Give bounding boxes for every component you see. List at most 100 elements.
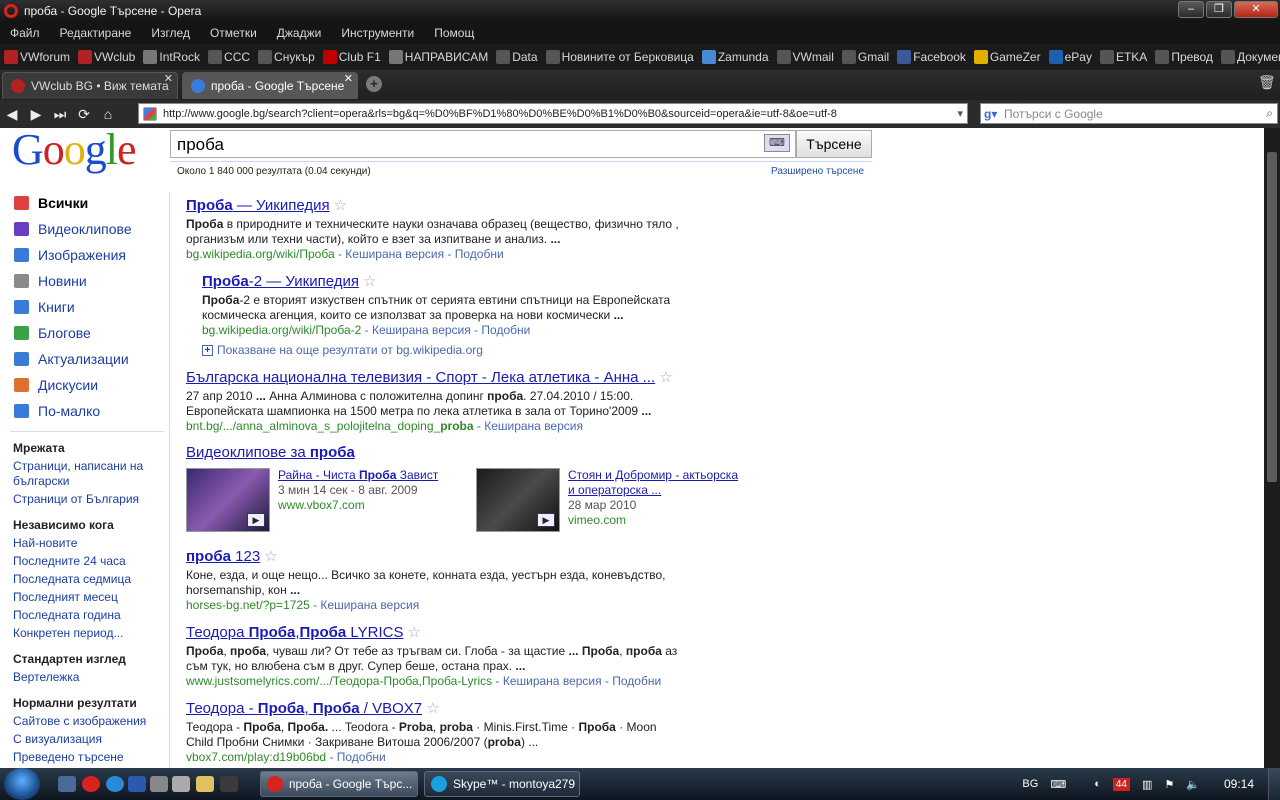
bookmark-12[interactable]: Facebook — [893, 50, 970, 64]
star-icon[interactable]: ☆ — [264, 547, 277, 565]
star-icon[interactable]: ☆ — [334, 196, 347, 214]
leftnav-fewer[interactable]: По-малко — [14, 400, 100, 422]
maximize-button[interactable]: ❐ — [1206, 1, 1232, 18]
new-tab-icon[interactable]: + — [366, 76, 382, 92]
video-thumbnail[interactable]: ▶ — [476, 468, 560, 532]
clock[interactable]: 09:14 — [1224, 777, 1254, 791]
bookmark-9[interactable]: Zamunda — [698, 50, 773, 64]
time-year[interactable]: Последната година — [13, 608, 121, 623]
result-title[interactable]: Проба — Уикипедия — [186, 197, 330, 214]
scrollbar-thumb[interactable] — [1267, 152, 1277, 482]
results-images-sites[interactable]: Сайтове с изображения — [13, 714, 146, 729]
bookmark-11[interactable]: Gmail — [838, 50, 893, 64]
cache-link[interactable]: - Кеширана версия — [310, 598, 419, 612]
app-icon[interactable] — [172, 776, 190, 792]
bookmark-15[interactable]: ETKA — [1096, 50, 1151, 64]
volume-icon[interactable]: 🔈 — [1186, 778, 1200, 791]
chevron-down-icon[interactable]: ▾ — [957, 107, 963, 120]
video-title[interactable]: Стоян и Добромир - актьорска и операторск… — [568, 468, 738, 498]
leftnav-blogs[interactable]: Блогове — [14, 322, 91, 344]
word-icon[interactable] — [128, 776, 146, 792]
bookmark-14[interactable]: ePay — [1045, 50, 1096, 64]
tab-vwclub[interactable]: VWclub BG • Виж темата ✕ — [2, 72, 178, 99]
leftnav-news[interactable]: Новини — [14, 270, 87, 292]
result-title[interactable]: Проба-2 — Уикипедия — [202, 273, 359, 290]
taskbar-skype-button[interactable]: Skype™ - montoya279 — [424, 771, 580, 797]
network-icon[interactable]: ▥ — [1142, 778, 1152, 791]
menu-file[interactable]: Файл — [0, 26, 50, 40]
video-thumbnail[interactable]: ▶ — [186, 468, 270, 532]
bookmark-5[interactable]: Club F1 — [319, 50, 385, 64]
leftnav-images[interactable]: Изображения — [14, 244, 126, 266]
leftnav-videos[interactable]: Видеоклипове — [14, 218, 132, 240]
cache-link[interactable]: - Кеширана версия - Подобни — [492, 674, 662, 688]
google-search-engine-icon[interactable]: g▾ — [984, 107, 1004, 121]
bookmark-4[interactable]: Снукър — [254, 50, 319, 64]
menu-view[interactable]: Изглед — [141, 26, 200, 40]
folder-icon[interactable] — [196, 776, 214, 792]
time-week[interactable]: Последната седмица — [13, 572, 131, 587]
leftnav-updates[interactable]: Актуализации — [14, 348, 129, 370]
bookmark-6[interactable]: НАПРАВИСАМ — [385, 50, 492, 64]
results-previews[interactable]: С визуализация — [13, 732, 102, 747]
opera-icon[interactable] — [82, 776, 100, 792]
star-icon[interactable]: ☆ — [407, 623, 420, 641]
bookmark-10[interactable]: VWmail — [773, 50, 838, 64]
page-scrollbar[interactable] — [1264, 128, 1280, 768]
flag-icon[interactable]: ⚑ — [1164, 778, 1174, 791]
leftnav-books[interactable]: Книги — [14, 296, 75, 318]
trash-icon[interactable]: 🗑 — [1258, 74, 1276, 94]
search-input[interactable]: проба — [170, 130, 796, 158]
cache-link[interactable]: - Кеширана версия - Подобни — [335, 247, 504, 261]
results-translated[interactable]: Преведено търсене — [13, 750, 124, 765]
tray-icon[interactable]: ◐ — [1094, 778, 1101, 790]
search-button[interactable]: Търсене — [796, 130, 872, 158]
forward-icon[interactable]: ▶ — [24, 106, 48, 123]
fast-forward-icon[interactable]: ⏭ — [48, 106, 72, 123]
leftnav-discussions[interactable]: Дискусии — [14, 374, 98, 396]
taskbar-opera-button[interactable]: проба - Google Търс... — [260, 771, 418, 797]
leftnav-everything[interactable]: Всички — [14, 192, 88, 214]
close-button[interactable]: ✕ — [1234, 1, 1278, 18]
filter-pages-from-bulgaria[interactable]: Страници от България — [13, 492, 139, 507]
language-indicator[interactable]: BG — [1022, 778, 1038, 790]
show-desktop-icon[interactable] — [58, 776, 76, 792]
app-icon[interactable] — [150, 776, 168, 792]
result-title[interactable]: Българска национална телевизия - Спорт -… — [186, 369, 655, 386]
view-wonder-wheel[interactable]: Вертележка — [13, 670, 79, 685]
bookmark-7[interactable]: Data — [492, 50, 541, 64]
start-button[interactable] — [4, 768, 40, 800]
menu-edit[interactable]: Редактиране — [50, 26, 142, 40]
internet-explorer-icon[interactable] — [106, 776, 124, 792]
keyboard-icon[interactable]: ⌨ — [764, 134, 790, 152]
home-icon[interactable]: ⌂ — [96, 106, 120, 122]
tab-google-search[interactable]: проба - Google Търсене ✕ — [182, 72, 358, 99]
result-title[interactable]: проба 123 — [186, 548, 260, 565]
bookmark-2[interactable]: IntRock — [139, 50, 204, 64]
menu-tools[interactable]: Инструменти — [331, 26, 424, 40]
time-latest[interactable]: Най-новите — [13, 536, 77, 551]
video-title[interactable]: Райна - Чиста Проба Завист — [278, 468, 438, 483]
star-icon[interactable]: ☆ — [659, 368, 672, 386]
cache-link[interactable]: - Подобни — [326, 750, 385, 764]
close-tab-icon[interactable]: ✕ — [344, 72, 353, 85]
menu-bookmarks[interactable]: Отметки — [200, 26, 267, 40]
menu-widgets[interactable]: Джаджи — [267, 26, 332, 40]
menu-help[interactable]: Помощ — [424, 26, 484, 40]
browser-search-field[interactable]: g▾ Потърси с Google ⌕ — [980, 103, 1278, 124]
search-icon[interactable]: ⌕ — [1266, 106, 1273, 121]
address-bar[interactable]: http://www.google.bg/search?client=opera… — [138, 103, 968, 124]
star-icon[interactable]: ☆ — [363, 272, 376, 290]
google-logo[interactable]: Google — [12, 128, 137, 175]
close-tab-icon[interactable]: ✕ — [164, 72, 173, 85]
bookmark-3[interactable]: CCC — [204, 50, 254, 64]
star-icon[interactable]: ☆ — [426, 699, 439, 717]
minimize-button[interactable]: – — [1178, 1, 1204, 18]
keyboard-icon[interactable]: ⌨ — [1050, 778, 1066, 791]
bookmark-1[interactable]: VWclub — [74, 50, 139, 64]
bookmark-13[interactable]: GameZer — [970, 50, 1045, 64]
back-icon[interactable]: ◀ — [0, 106, 24, 123]
bookmark-8[interactable]: Новините от Берковица — [542, 50, 698, 64]
time-custom[interactable]: Конкретен период... — [13, 626, 123, 641]
reload-icon[interactable]: ⟳ — [72, 106, 96, 123]
